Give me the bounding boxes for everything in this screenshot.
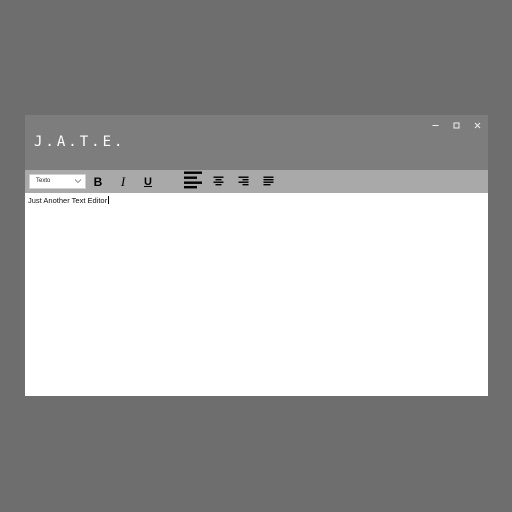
font-style-value: Texto — [36, 178, 51, 184]
align-left-button[interactable] — [182, 170, 204, 194]
close-button[interactable] — [467, 118, 488, 132]
app-title: J.A.T.E. — [34, 134, 126, 150]
minimize-icon — [432, 122, 439, 129]
align-justify-button[interactable] — [260, 172, 276, 191]
text-caret — [107, 196, 109, 204]
align-right-icon — [238, 173, 249, 191]
align-left-icon — [183, 170, 203, 194]
chevron-down-icon — [74, 178, 82, 186]
formatting-toolbar: Texto B I U — [25, 170, 488, 193]
underline-button[interactable]: U — [139, 174, 157, 190]
app-window: J.A.T.E. Texto B I U Just Another Text E… — [25, 115, 488, 396]
align-right-button[interactable] — [235, 172, 251, 191]
italic-button[interactable]: I — [114, 174, 132, 190]
font-style-select[interactable]: Texto — [29, 174, 86, 189]
align-center-icon — [213, 173, 224, 191]
text-editor-area[interactable]: Just Another Text Editor — [25, 193, 488, 396]
window-controls — [425, 118, 488, 132]
maximize-button[interactable] — [446, 118, 467, 132]
align-center-button[interactable] — [210, 172, 226, 191]
maximize-icon — [453, 122, 460, 129]
close-icon — [474, 122, 481, 129]
minimize-button[interactable] — [425, 118, 446, 132]
editor-text: Just Another Text Editor — [28, 196, 108, 205]
bold-button[interactable]: B — [89, 174, 107, 190]
title-bar[interactable]: J.A.T.E. — [25, 115, 488, 170]
editor-content[interactable]: Just Another Text Editor — [28, 196, 109, 205]
align-justify-icon — [263, 173, 274, 191]
